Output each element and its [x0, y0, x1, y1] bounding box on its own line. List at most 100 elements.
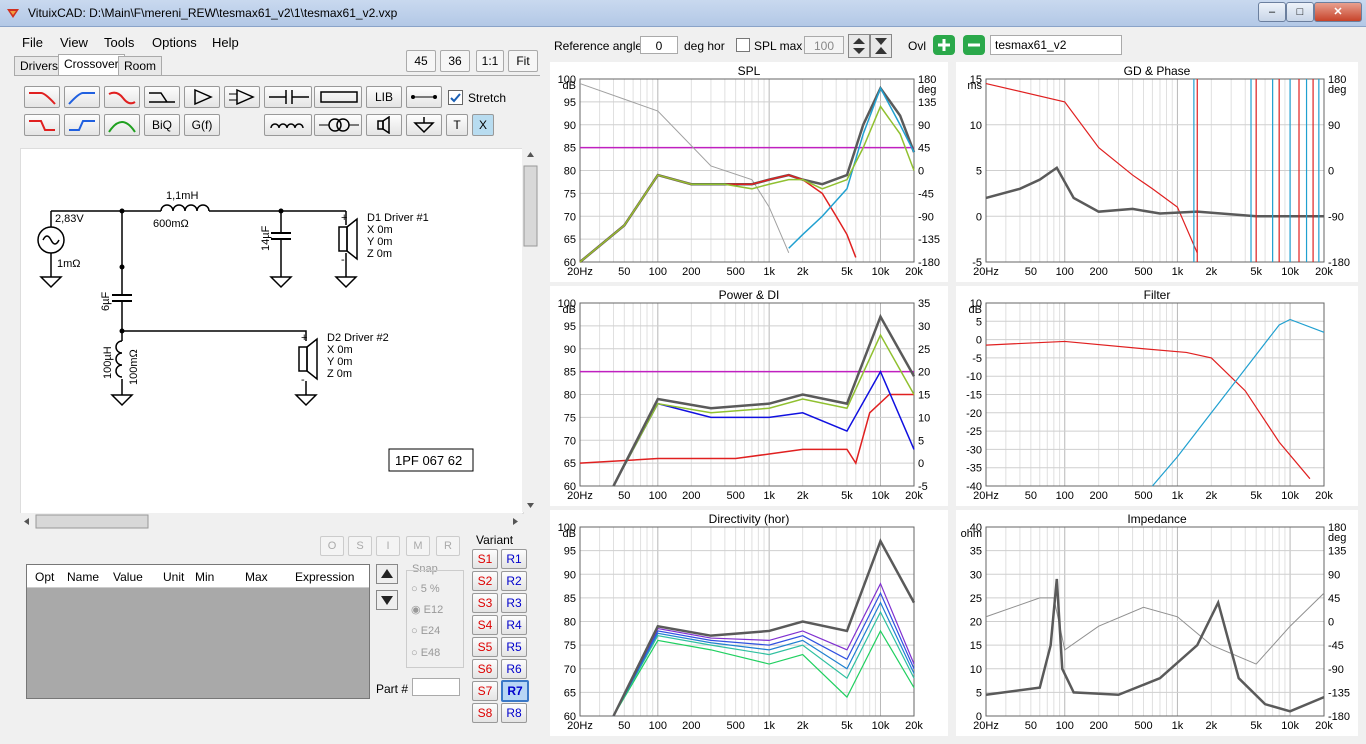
menu-view[interactable]: View	[60, 35, 88, 50]
col-value: Value	[113, 570, 143, 584]
mark-button[interactable]: M	[406, 536, 430, 556]
directivity-graph[interactable]: 100959085807570656020Hz 50 100 200 500 1k 2k 5k…	[550, 510, 948, 736]
impedance-graph[interactable]: 403530252015105018013590450-45-90-135-18…	[956, 510, 1358, 736]
x-tick-label: 50	[1025, 266, 1037, 278]
lowpass-shelf-button[interactable]	[104, 86, 140, 108]
zoom-1-1-button[interactable]: 1:1	[476, 50, 504, 72]
series-inductor-icon[interactable]	[160, 204, 210, 212]
opamp-button[interactable]	[224, 86, 260, 108]
variant-r7[interactable]: R7	[501, 680, 529, 702]
tab-crossover[interactable]: Crossover	[58, 54, 125, 76]
init-button[interactable]: I	[376, 536, 400, 556]
schematic-vertical-scrollbar[interactable]	[522, 148, 539, 512]
highpass-filter-button[interactable]	[64, 86, 100, 108]
variant-s5[interactable]: S5	[472, 637, 498, 657]
schematic-canvas[interactable]: 2,83V 1mΩ 1,1mH 600mΩ 14µF 6µF 100µH 100…	[20, 148, 524, 514]
reference-angle-input[interactable]: 0	[640, 36, 678, 54]
impedance-graph-panel[interactable]: Impedance 40 35 30 25 20 15 10 5 0 180 135 90 45 0 -45…	[956, 510, 1358, 736]
snap-e24[interactable]: ○ E24	[411, 625, 440, 637]
optimize-button[interactable]: O	[320, 536, 344, 556]
spl-up-down-button[interactable]	[848, 34, 870, 58]
delete-button[interactable]: X	[472, 114, 494, 136]
spl-max-input[interactable]: 100	[804, 36, 844, 54]
part-number-input[interactable]	[412, 678, 460, 696]
close-button[interactable]: ✕	[1314, 2, 1362, 22]
maximize-button[interactable]: □	[1286, 2, 1314, 22]
variant-s3[interactable]: S3	[472, 593, 498, 613]
resistor-button[interactable]	[314, 86, 362, 108]
variant-r1[interactable]: R1	[501, 549, 527, 569]
menu-options[interactable]: Options	[152, 35, 197, 50]
crossover-schematic[interactable]: 2,83V 1mΩ 1,1mH 600mΩ 14µF 6µF 100µH 100…	[21, 149, 523, 513]
shunt-inductor-icon[interactable]	[115, 340, 123, 378]
variant-s2[interactable]: S2	[472, 571, 498, 591]
remove-overlay-button[interactable]	[962, 34, 986, 56]
spl-fit-button[interactable]	[870, 34, 892, 58]
wire-button[interactable]	[406, 86, 442, 108]
power-di-graph[interactable]: 100959085807570656035302520151050-520Hz 5…	[550, 286, 948, 506]
allpass-button[interactable]	[144, 86, 180, 108]
gain-function-button[interactable]: G(f)	[184, 114, 220, 136]
variant-s4[interactable]: S4	[472, 615, 498, 635]
snap-e12[interactable]: ◉ E12	[411, 603, 443, 616]
add-overlay-button[interactable]	[932, 34, 956, 56]
library-button[interactable]: LIB	[366, 86, 402, 108]
filter-graph[interactable]: 1050-5-10-15-20-25-30-35-4020Hz 50 100 200 5…	[956, 286, 1358, 506]
bandpass-button[interactable]	[104, 114, 140, 136]
menu-tools[interactable]: Tools	[104, 35, 134, 50]
solve-button[interactable]: S	[348, 536, 372, 556]
menu-file[interactable]: File	[22, 35, 43, 50]
stretch-checkbox[interactable]	[448, 90, 463, 105]
zoom-36-button[interactable]: 36	[440, 50, 470, 72]
variant-r8[interactable]: R8	[501, 703, 527, 723]
d1-speaker-icon[interactable]	[338, 217, 358, 261]
move-up-button[interactable]	[376, 564, 398, 584]
lowpass-filter-button[interactable]	[24, 86, 60, 108]
gd-phase-graph-panel[interactable]: GD & Phase 15 10 5 0 -5 180 90 0 -90 -180 20Hz 50 10…	[956, 62, 1358, 282]
ground-button[interactable]	[406, 114, 442, 136]
variant-s6[interactable]: S6	[472, 659, 498, 679]
transformer-button[interactable]	[314, 114, 362, 136]
snap-e48[interactable]: ○ E48	[411, 647, 440, 659]
gd-phase-graph[interactable]: 151050-5180900-90-18020Hz 50 100 200 500 1k 2k…	[956, 62, 1358, 282]
filter-graph-panel[interactable]: Filter 10 5 0 -5 -10 -15 -20 -25 -30 -35 -40 20Hz 50…	[956, 286, 1358, 506]
overlay-label: Ovl	[908, 39, 926, 53]
restore-button[interactable]: R	[436, 536, 460, 556]
zoom-fit-button[interactable]: Fit	[508, 50, 538, 72]
zoom-45-button[interactable]: 45	[406, 50, 436, 72]
menu-help[interactable]: Help	[212, 35, 239, 50]
text-button[interactable]: T	[446, 114, 468, 136]
variant-s8[interactable]: S8	[472, 703, 498, 723]
lowpass-2-button[interactable]	[24, 114, 60, 136]
spl-graph-panel[interactable]: SPL 100 95 90 85 80 75 70 65 60 180 135 90 45 0 -45 -90…	[550, 62, 948, 282]
minimize-button[interactable]: –	[1258, 2, 1286, 22]
cap2-icon[interactable]	[112, 294, 132, 302]
spl-max-checkbox[interactable]	[736, 38, 750, 52]
variant-r5[interactable]: R5	[501, 637, 527, 657]
highpass-2-button[interactable]	[64, 114, 100, 136]
move-down-button[interactable]	[376, 590, 398, 610]
capacitor-button[interactable]	[264, 86, 312, 108]
variant-r4[interactable]: R4	[501, 615, 527, 635]
snap-5pct[interactable]: ○ 5 %	[411, 583, 440, 595]
schematic-horizontal-scrollbar[interactable]	[20, 513, 522, 530]
buffer-button[interactable]	[184, 86, 220, 108]
d2-speaker-icon[interactable]	[298, 337, 318, 381]
variant-r2[interactable]: R2	[501, 571, 527, 591]
shunt-inductor-resistance-label: 100mΩ	[128, 349, 140, 385]
overlay-name-input[interactable]: tesmax61_v2	[990, 35, 1122, 55]
spl-graph[interactable]: 100959085807570656018013590450-45-90-135…	[550, 62, 948, 282]
variant-r6[interactable]: R6	[501, 659, 527, 679]
driver-button[interactable]	[366, 114, 402, 136]
variant-r3[interactable]: R3	[501, 593, 527, 613]
directivity-graph-panel[interactable]: Directivity (hor) 100 95 90 85 80 75 70 65 60 20H…	[550, 510, 948, 736]
inductor-button[interactable]	[264, 114, 312, 136]
power-di-graph-panel[interactable]: Power & DI 100 95 90 85 80 75 70 65 60 35 30 25 20 15…	[550, 286, 948, 506]
tab-room[interactable]: Room	[118, 56, 163, 75]
tab-drivers[interactable]: Drivers	[14, 56, 64, 75]
biquad-button[interactable]: BiQ	[144, 114, 180, 136]
parameter-table[interactable]: Opt Name Value Unit Min Max Expression	[26, 564, 370, 699]
variant-s7[interactable]: S7	[472, 681, 498, 701]
variant-s1[interactable]: S1	[472, 549, 498, 569]
cap1-icon[interactable]	[271, 232, 291, 240]
